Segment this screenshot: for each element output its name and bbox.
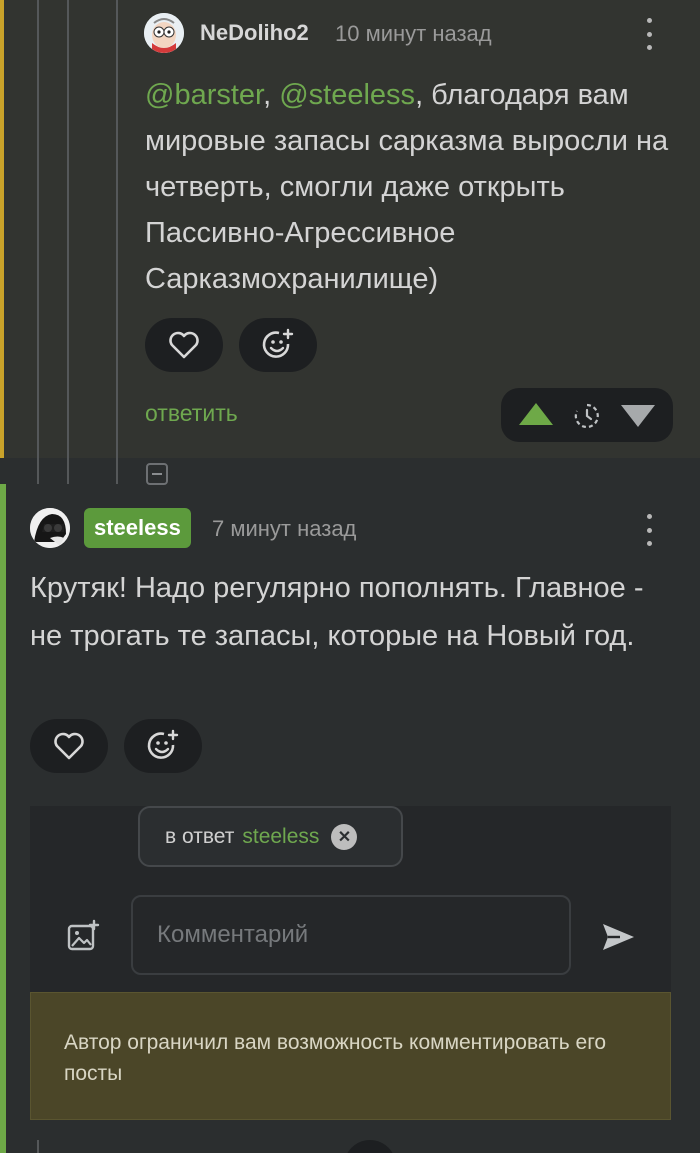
thread-line [67,458,69,484]
add-reaction-button[interactable] [124,719,202,773]
kebab-menu-icon[interactable] [644,514,654,546]
parent-comment: NeDoliho2 10 минут назад @barster, @stee… [0,0,700,458]
comment-author-badge[interactable]: steeless [84,508,191,548]
reply-to-chip: в ответ steeless ✕ [138,806,403,867]
add-reaction-button[interactable] [239,318,317,372]
heart-icon [169,331,199,359]
reply-form: в ответ steeless ✕ Автор ограничил вам в… [30,806,671,1120]
vote-widget [501,388,673,442]
thread-line [37,0,39,458]
avatar-image [30,508,70,548]
like-button[interactable] [145,318,223,372]
thread-line [67,0,69,458]
comment-text-body: , благодаря вам мировые запасы сарказма … [145,79,669,295]
like-button[interactable] [30,719,108,773]
send-icon[interactable] [600,920,636,954]
arrow-up-icon[interactable] [519,403,553,425]
comment-input[interactable] [131,895,571,975]
collapse-minus-icon[interactable] [146,463,168,485]
avatar[interactable] [30,508,70,548]
comment-text: @barster, @steeless, благодаря вам миров… [145,72,680,302]
add-image-icon[interactable] [66,919,100,953]
scroll-to-top-button[interactable] [344,1140,396,1153]
comment-timestamp: 10 минут назад [335,21,492,46]
arrow-down-icon[interactable] [621,405,655,427]
avatar[interactable] [144,13,184,53]
clock-icon [574,403,599,429]
kebab-menu-icon[interactable] [644,18,654,50]
thread-line [37,1140,39,1153]
mention-link[interactable]: @steeless [279,79,415,111]
comment-timestamp: 7 минут назад [212,516,357,541]
thread-line [37,458,39,484]
comment-text: Крутяк! Надо регулярно пополнять. Главно… [30,572,644,652]
comment-accent-bar [0,0,4,458]
emoji-add-icon [262,328,294,358]
restriction-notice: Автор ограничил вам возможность комменти… [30,992,671,1120]
reply-link[interactable]: ответить [145,400,238,427]
thread-line [116,458,118,484]
mention-separator: , [263,79,280,111]
reply-to-prefix: в ответ [165,824,235,848]
reply-comment: steeless 7 минут назад Крутяк! Надо регу… [0,458,700,1153]
comment-author[interactable]: NeDoliho2 [200,20,309,46]
thread-line [116,0,118,458]
close-icon[interactable]: ✕ [331,823,358,850]
mention-link[interactable]: @barster [145,79,263,111]
reply-to-name: steeless [242,824,320,848]
emoji-add-icon [147,729,179,759]
avatar-image [144,13,184,53]
comment-accent-bar [0,484,6,1153]
heart-icon [54,732,84,760]
